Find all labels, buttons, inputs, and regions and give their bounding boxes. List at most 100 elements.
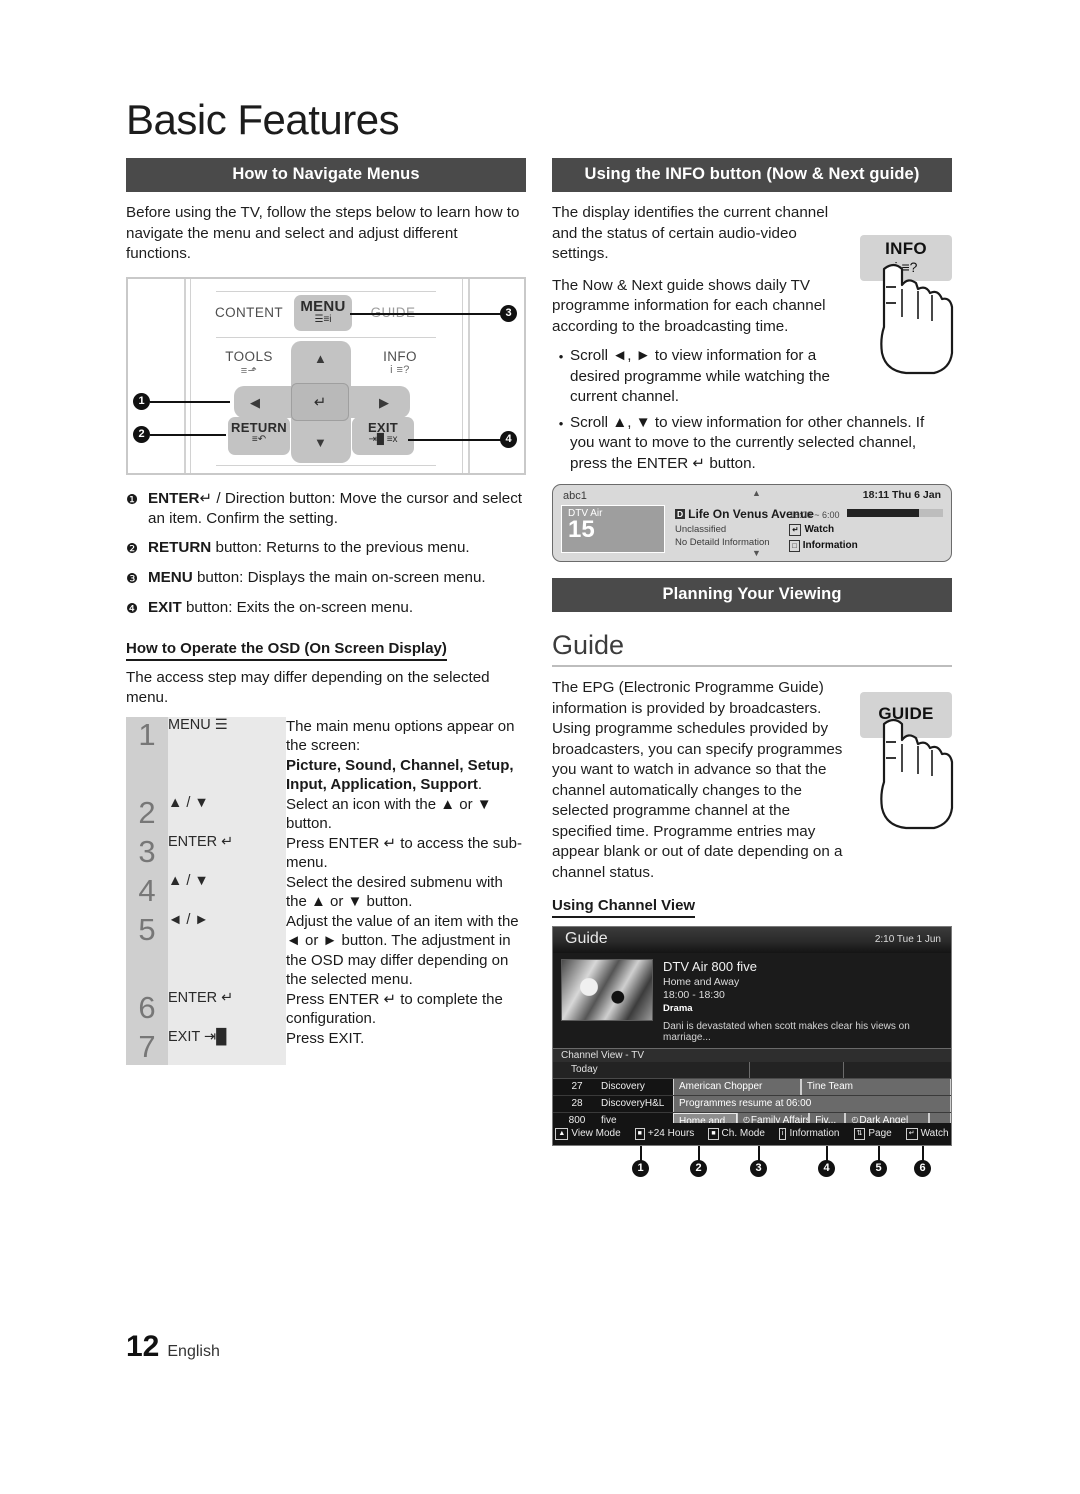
list-bullet: ❹ [126,600,139,616]
guide-osd-title: Guide [565,930,608,947]
list-bullet: ❶ [126,491,139,507]
today-label: Today [571,1064,598,1075]
callout-line-3 [350,312,502,315]
osd-clock: 18:11 Thu 6 Jan [862,489,941,501]
list-bullet: ❸ [126,570,139,586]
list-keyword: MENU [148,568,193,586]
remote-exit-button[interactable]: EXIT ⇥█ ≡x [352,416,414,455]
osd-scroll-up-icon[interactable]: ▲ [752,488,761,498]
enter-icon: ↵ [313,393,327,411]
step-description: Adjust the value of an item with the ◄ o… [286,912,519,989]
remote-control-diagram: CONTENT MENU ☰≡i GUIDE TOOLS ≡⬏ INFO i ≡… [126,276,526,475]
remote-content-label: CONTENT [214,304,284,320]
right-column: Using the INFO button (Now & Next guide)… [552,158,954,1188]
callout-1: 1 [133,392,150,410]
programme-thumbnail [561,959,653,1021]
guide-callout-6: 6 [914,1160,931,1177]
guide-callout-1: 1 [632,1160,649,1177]
info-key-label: INFO [885,239,927,258]
remote-return-label: RETURN [231,419,287,435]
remote-info-text: INFO [383,348,417,364]
left-column: How to Navigate Menus Before using the T… [126,158,526,1065]
step-number: 7 [126,1028,168,1065]
step-description: Select an icon with the ▲ or ▼ button. [286,795,492,833]
remote-menu-button[interactable]: MENU ☰≡i [294,294,352,331]
dpad-right-icon[interactable]: ▶ [379,395,389,411]
list-keyword: RETURN [148,538,212,556]
return-icon: ≡↶ [251,433,267,445]
now-next-osd-screenshot: abc1 18:11 Thu 6 Jan ▲ ▼ DTV Air 15 D Lif… [552,484,952,562]
info-paragraph-2: The Now & Next guide shows daily TV prog… [552,276,826,335]
table-row: 2 ▲ / ▼ Select an icon with the ▲ or ▼ b… [126,794,526,834]
remote-divider-bottom [216,464,436,466]
osd-note: The access step may differ depending on … [126,668,490,706]
dpad-up-icon[interactable]: ▲ [314,351,327,366]
footer-view-mode[interactable]: ▲ View Mode [555,1128,621,1140]
list-bullet: ❷ [126,540,139,556]
section-bar-planning: Planning Your Viewing [552,578,952,612]
step-number: 5 [126,911,168,990]
step-number: 4 [126,872,168,912]
info-key-icon-small: □ [789,540,800,552]
osd-scroll-down-icon[interactable]: ▼ [752,548,761,558]
list-body: button: Returns to the previous menu. [211,538,470,556]
remote-tools-label: TOOLS ≡⬏ [212,349,286,377]
osd-action-information[interactable]: □ Information [789,540,943,552]
channel-number: 27 [553,1079,601,1095]
footer-ch-mode-label: Ch. Mode [721,1128,765,1139]
programme-cells: American Chopper Tine Team [673,1079,951,1095]
table-row: 7 EXIT ⇥█ Press EXIT. [126,1028,526,1065]
dpad-down-icon[interactable]: ▼ [314,435,327,450]
remote-rail-left-inner [190,278,191,473]
list-body: button: Exits the on-screen menu. [181,598,414,616]
detail-genre: Drama [663,1003,693,1014]
programme-cell[interactable]: Tine Team [800,1079,951,1095]
detail-time: 18:00 - 18:30 [663,989,725,1001]
osd-subheading: How to Operate the OSD (On Screen Displa… [126,640,447,661]
list-keyword: EXIT [148,598,182,616]
page-number: 12 [126,1330,160,1363]
page-language: English [167,1343,220,1360]
bullet-text: Scroll ◄, ► to view information for a de… [570,347,831,405]
osd-action-watch[interactable]: ↵ Watch [789,524,943,536]
callout-4: 4 [500,430,517,448]
osd-channel-number: 15 [568,516,595,543]
detail-channel: DTV Air 800 five [663,959,757,974]
step-desc-2: . [477,776,483,793]
watch-key-icon: ↵ [905,1128,918,1140]
dpad-left-icon[interactable]: ◀ [250,395,260,411]
channel-view-label: Channel View - TV [553,1048,951,1062]
footer-information[interactable]: i Information [778,1128,840,1140]
step-key: ENTER ↵ [168,989,286,1029]
remote-divider-mid [216,336,436,338]
bullet-dot: • [558,415,564,431]
remote-info-label: INFO i ≡? [364,349,436,376]
list-text: ENTER↵ / Direction button: Move the curs… [148,489,526,529]
view-mode-key-icon: ▲ [555,1128,569,1140]
callout-line-4 [408,438,502,441]
dolby-badge: D [675,509,686,519]
footer-page[interactable]: ⇅ Page [853,1128,892,1140]
footer-24-hours[interactable]: ■ +24 Hours [634,1128,694,1140]
list-text: RETURN button: Returns to the previous m… [148,538,526,559]
list-item: ❶ ENTER↵ / Direction button: Move the cu… [126,489,526,529]
list-item: ❹ EXIT button: Exits the on-screen menu. [126,598,526,619]
osd-channel-name: abc1 [563,490,587,502]
footer-ch-mode[interactable]: ■ Ch. Mode [708,1128,765,1140]
page-title: Basic Features [126,96,400,143]
table-row[interactable]: 28 DiscoveryH&L Programmes resume at 06:… [553,1096,951,1113]
step-number: 2 [126,794,168,834]
guide-osd-titlebar: Guide 2:10 Tue 1 Jun [553,927,951,953]
guide-heading-rule [552,665,952,667]
programme-cell[interactable]: Programmes resume at 06:00 [673,1096,951,1112]
table-row[interactable]: 27 Discovery American Chopper Tine Team [553,1079,951,1096]
remote-return-button[interactable]: RETURN ≡↶ [228,416,290,455]
detail-description: Dani is devastated when scott makes clea… [663,1021,910,1043]
programme-cell[interactable]: American Chopper [673,1079,801,1095]
remote-tools-text: TOOLS [225,348,273,364]
remote-rail-right-inner [462,278,463,473]
menu-icon: ☰≡i [314,313,332,325]
footer-watch[interactable]: ↵ Watch [905,1128,949,1140]
enter-button[interactable]: ↵ [291,382,349,421]
guide-callout-3: 3 [750,1160,767,1177]
